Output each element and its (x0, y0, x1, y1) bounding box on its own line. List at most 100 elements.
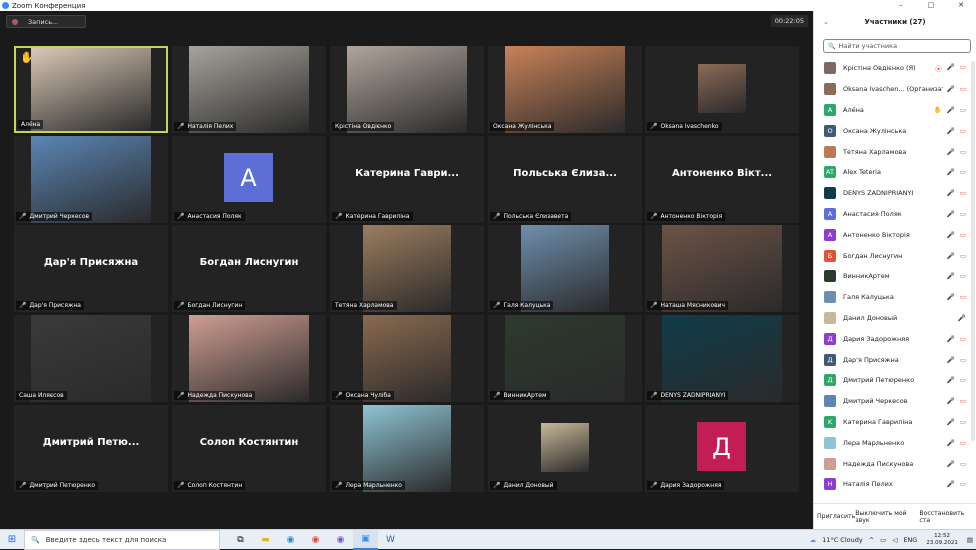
participant-row[interactable]: Д Дария Задорожняя 🎤 ▭ (814, 328, 976, 349)
muted-mic-icon: 🎤 (493, 213, 501, 220)
video-tile[interactable]: Саша Иляєсов (14, 315, 168, 402)
participant-row[interactable]: Д Дар'я Присяжна 🎤 ▭ (814, 349, 976, 370)
video-tile[interactable]: 🎤 ВинникАртем (488, 315, 642, 402)
participant-name: Лера Марльненко (843, 438, 905, 447)
video-tile[interactable]: Богдан Лиснугин 🎤 Богдан Лиснугин (172, 225, 326, 312)
video-tile[interactable]: 🎤 Оксана Чуліба (330, 315, 484, 402)
video-tile[interactable]: 🎤 Галя Калуцька (488, 225, 642, 312)
participant-row[interactable]: A Антоненко Вікторія 🎤 ▭ (814, 224, 976, 245)
language-indicator[interactable]: ENG (903, 536, 917, 544)
participant-name: Alex Teteria (843, 168, 881, 177)
participant-name-label: 🎤 Лера Марльненко (332, 481, 405, 490)
recording-indicator[interactable]: Запись... (6, 15, 86, 28)
mute-all-button[interactable]: Выключить мой звук (855, 510, 919, 524)
zoom-app-icon[interactable]: ▣ (353, 529, 378, 550)
close-button[interactable]: ✕ (946, 0, 976, 11)
participant-name-label: Крістіна Овдієнко (332, 122, 395, 131)
restore-button[interactable]: Восстановить ста (919, 510, 974, 524)
notifications-icon[interactable]: ▤ (967, 536, 973, 544)
video-tile[interactable]: Польська Єлиза... 🎤 Польська Єлизавета (488, 136, 642, 223)
participant-row[interactable]: A Анастасия Поляк 🎤 ▭ (814, 204, 976, 225)
video-tile[interactable]: Дмитрий Петю... 🎤 Дмитрий Петюренко (14, 405, 168, 492)
edge-icon[interactable]: ◉ (278, 530, 303, 550)
minimize-button[interactable]: – (886, 0, 916, 11)
participant-name-label: Алёна (18, 120, 44, 129)
task-view-icon[interactable]: ⧉ (228, 530, 253, 550)
participant-row[interactable]: Б Богдан Лиснугин 🎤 ▭ (814, 245, 976, 266)
video-off-icon: ▭ (959, 147, 966, 156)
clock[interactable]: 12:52 23.09.2021 (926, 533, 958, 547)
file-explorer-icon[interactable]: ▬ (253, 530, 278, 550)
chevron-down-icon[interactable]: ⌄ (823, 18, 829, 26)
participant-row[interactable]: Oksana Ivaschen... (Организатор)🎤▭ (814, 79, 976, 100)
video-tile[interactable]: Катерина Гаври... 🎤 Катерина Гавриліна (330, 136, 484, 223)
record-label: Запись... (28, 17, 59, 26)
participant-row[interactable]: Данил Доновый 🎤 (814, 308, 976, 329)
participant-row[interactable]: DENYS ZADNIPRIANYI 🎤 ▭ (814, 183, 976, 204)
video-tile[interactable]: 🎤 Наташа Мясникович (645, 225, 799, 312)
video-tile[interactable]: Антоненко Вікт... 🎤 Антоненко Вікторія (645, 136, 799, 223)
video-tile[interactable]: 🎤 Надежда Пискунова (172, 315, 326, 402)
participant-display-name: Солоп Костянтин (199, 437, 299, 448)
participant-name-label: Саша Иляєсов (16, 391, 67, 400)
volume-icon[interactable]: ◁ (892, 536, 897, 544)
participant-video (662, 225, 782, 312)
participant-row[interactable]: Дмитрий Черкесов 🎤 ▭ (814, 391, 976, 412)
video-off-icon: ▭ (959, 251, 966, 260)
video-tile[interactable]: Крістіна Овдієнко (330, 46, 484, 133)
muted-mic-icon: 🎤 (335, 213, 343, 220)
chrome-icon[interactable]: ◉ (303, 530, 328, 550)
participant-status-icons: ⦿ 🎤 ▭ (935, 63, 966, 73)
participant-row[interactable]: AT Alex Teteria 🎤 ▭ (814, 162, 976, 183)
network-icon[interactable]: ▭ (880, 536, 886, 544)
video-tile[interactable]: ✋ Алёна (14, 46, 168, 133)
participant-row[interactable]: A Алёна ✋ 🎤 ▭ (814, 100, 976, 121)
muted-mic-icon: 🎤 (177, 302, 185, 309)
tray-arrow-icon[interactable]: ^ (869, 536, 874, 544)
participant-row[interactable]: Галя Калуцька 🎤 ▭ (814, 287, 976, 308)
video-tile[interactable]: Оксана Жулінська (488, 46, 642, 133)
panel-footer: Пригласить Выключить мой звук Восстанови… (814, 503, 976, 529)
participant-row[interactable]: Крістіна Овдієнко (Я) ⦿ 🎤 ▭ (814, 58, 976, 79)
viber-icon[interactable]: ◉ (328, 530, 353, 550)
scrollbar[interactable] (971, 61, 975, 441)
participant-row[interactable]: Д Дмитрий Петюренко 🎤 ▭ (814, 370, 976, 391)
participant-name: Галя Калуцька (843, 293, 894, 302)
maximize-button[interactable]: □ (916, 0, 946, 11)
video-tile[interactable]: 🎤 Дмитрий Черкесов (14, 136, 168, 223)
participant-row[interactable]: K Катерина Гавриліна 🎤 ▭ (814, 412, 976, 433)
weather-text[interactable]: 11°C Cloudy (822, 536, 863, 544)
participant-avatar (824, 187, 836, 200)
participant-row[interactable]: Надежда Пискунова 🎤 ▭ (814, 453, 976, 474)
participant-name: Дария Задорожняя (843, 334, 910, 343)
participant-name: Дмитрий Петюренко (29, 482, 96, 489)
taskbar-search-input[interactable]: 🔍 Введите здесь текст для поиска (24, 529, 220, 550)
windows-start-icon[interactable]: ⊞ (0, 534, 24, 545)
video-tile[interactable]: Солоп Костянтин 🎤 Солоп Костянтин (172, 405, 326, 492)
video-tile[interactable]: 🎤 Наталія Пелих (172, 46, 326, 133)
mic-icon: 🎤 (946, 105, 955, 114)
word-icon[interactable]: W (378, 530, 403, 550)
muted-mic-icon: 🎤 (946, 85, 955, 94)
invite-button[interactable]: Пригласить (817, 513, 855, 520)
raised-hand-icon: ✋ (933, 105, 942, 114)
participant-search-input[interactable]: 🔍 Найти участника (823, 39, 971, 53)
participant-name-label: 🎤 Дар'я Присяжна (16, 301, 84, 310)
video-tile[interactable]: Д 🎤 Дария Задорожняя (645, 405, 799, 492)
participant-row[interactable]: Тетяна Харламова 🎤 ▭ (814, 141, 976, 162)
video-tile[interactable]: 🎤 DENYS ZADNIPRIANYI (645, 315, 799, 402)
video-tile[interactable]: 🎤 Данил Доновый (488, 405, 642, 492)
participant-row[interactable]: O Оксана Жулінська 🎤 ▭ (814, 120, 976, 141)
participant-row[interactable]: ВинникАртем 🎤 ▭ (814, 266, 976, 287)
video-tile[interactable]: Тетяна Харламова (330, 225, 484, 312)
video-tile[interactable]: Дар'я Присяжна 🎤 Дар'я Присяжна (14, 225, 168, 312)
participant-row[interactable]: Лера Марльненко 🎤 ▭ (814, 432, 976, 453)
participant-video (347, 46, 467, 133)
video-tile[interactable]: A 🎤 Анастасия Поляк (172, 136, 326, 223)
participant-name-label: 🎤 Катерина Гавриліна (332, 212, 413, 221)
video-tile[interactable]: 🎤 Oksana Ivaschenko (645, 46, 799, 133)
video-tile[interactable]: 🎤 Лера Марльненко (330, 405, 484, 492)
video-off-icon: ▭ (959, 168, 966, 177)
participant-video (363, 315, 451, 402)
participant-row[interactable]: H Наталія Пелих 🎤 ▭ (814, 474, 976, 495)
